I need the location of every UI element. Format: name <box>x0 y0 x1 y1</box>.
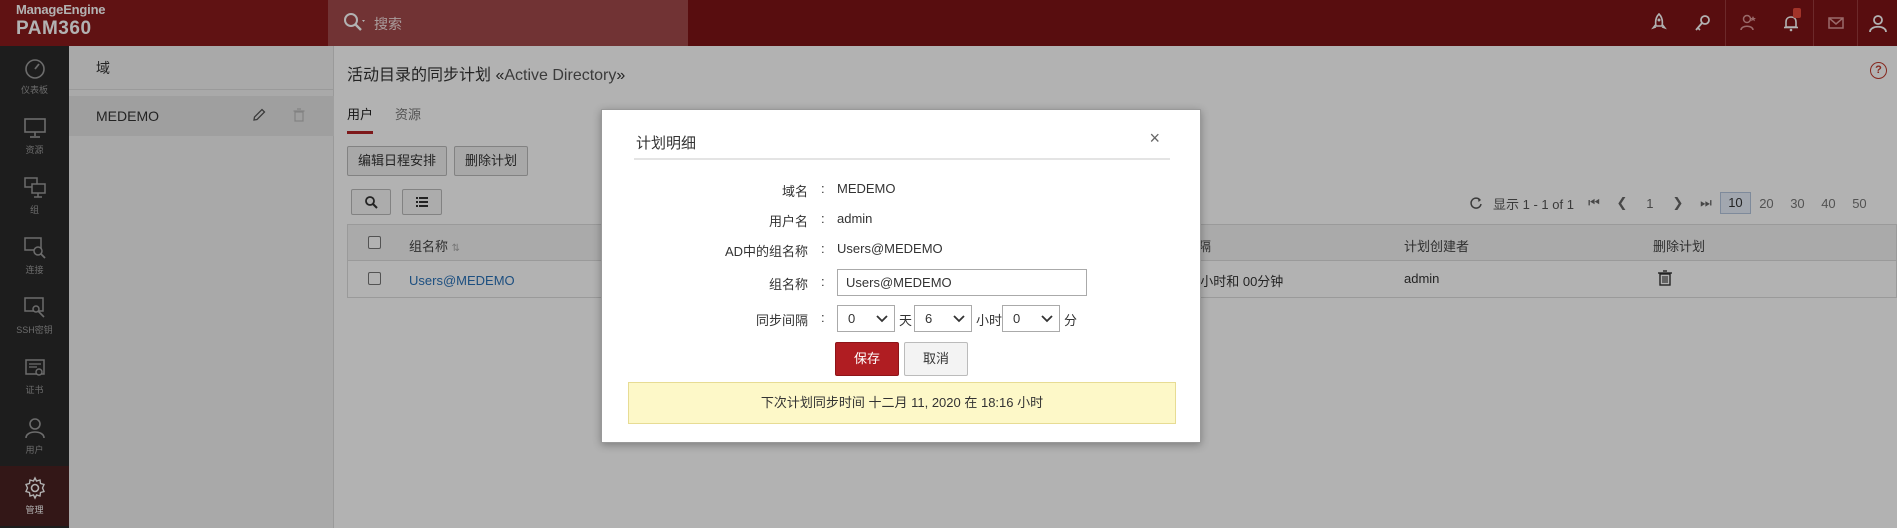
chevron-down-icon <box>876 315 888 323</box>
minutes-unit: 分 <box>1064 313 1078 328</box>
chevron-down-icon <box>1041 315 1053 323</box>
colon: : <box>821 181 825 196</box>
minutes-select[interactable]: 0 <box>1002 305 1060 332</box>
cancel-button[interactable]: 取消 <box>904 342 968 376</box>
username-value: admin <box>837 211 873 226</box>
hours-unit: 小时 <box>976 313 1003 328</box>
days-select[interactable]: 0 <box>837 305 895 332</box>
colon: : <box>821 310 825 325</box>
group-name-label: 组名称 <box>768 277 808 292</box>
domain-value: MEDEMO <box>837 181 896 196</box>
next-sync-notice: 下次计划同步时间 十二月 11, 2020 在 18:16 小时 <box>628 382 1176 424</box>
hours-select[interactable]: 6 <box>914 305 972 332</box>
days-value: 0 <box>848 311 856 326</box>
close-icon[interactable]: × <box>1149 128 1160 149</box>
colon: : <box>821 241 825 256</box>
group-name-field[interactable]: Users@MEDEMO <box>837 269 1087 296</box>
colon: : <box>821 274 825 289</box>
schedule-details-dialog: 计划明细 × 域名 : MEDEMO 用户名 : admin AD中的组名称 :… <box>601 109 1201 443</box>
colon: : <box>821 211 825 226</box>
ad-group-value: Users@MEDEMO <box>837 241 943 256</box>
interval-label: 同步间隔 <box>755 313 808 328</box>
minutes-value: 0 <box>1013 311 1021 326</box>
save-button[interactable]: 保存 <box>835 342 899 376</box>
hours-value: 6 <box>925 311 933 326</box>
ad-group-label: AD中的组名称 <box>724 244 808 259</box>
username-label: 用户名 <box>768 214 808 229</box>
divider <box>634 158 1170 160</box>
domain-label: 域名 <box>781 184 808 199</box>
days-unit: 天 <box>899 313 913 328</box>
dialog-title: 计划明细 <box>636 135 697 152</box>
chevron-down-icon <box>953 315 965 323</box>
